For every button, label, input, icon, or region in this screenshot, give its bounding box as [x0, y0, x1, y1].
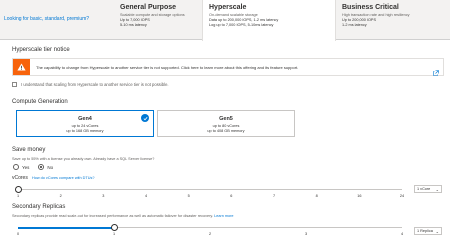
- learn-more-link[interactable]: Learn more: [214, 214, 233, 218]
- tier-general-purpose[interactable]: General Purpose Scalable compute and sto…: [114, 0, 202, 40]
- tier-spec: 5-10 ms latency: [120, 23, 147, 27]
- tier-spec: 1-2 ms latency: [342, 23, 367, 27]
- acknowledge-checkbox[interactable]: [12, 82, 17, 87]
- warning-banner[interactable]: The capability to change from Hyperscale…: [12, 58, 444, 76]
- replicas-slider-tick-label: 2: [208, 232, 212, 236]
- tier-hyperscale[interactable]: Hyperscale On-demand scalable storage Da…: [202, 0, 336, 41]
- vcores-slider-tick-label: 2: [59, 194, 62, 198]
- radio-no-label: No: [47, 164, 54, 170]
- save-money-description: Save up to 55% with a license you alread…: [12, 157, 155, 161]
- replicas-slider-tick-label: 3: [304, 232, 308, 236]
- replicas-desc-text: Secondary replicas provide read scale-ou…: [12, 214, 214, 218]
- vcores-compare-link[interactable]: How do vCores compare with DTUs?: [32, 176, 94, 180]
- replicas-value: 1 Replica: [417, 229, 433, 233]
- replicas-slider-fill: [18, 227, 114, 229]
- radio-yes-label: Yes: [22, 164, 30, 170]
- notice-title: Hyperscale tier notice: [12, 47, 70, 53]
- replicas-slider-thumb[interactable]: [110, 223, 118, 231]
- save-money-title: Save money: [12, 147, 46, 153]
- gen-name: Gen5: [219, 116, 233, 122]
- gen-memory: up to 168 GB memory: [66, 129, 104, 133]
- tier-business-critical[interactable]: Business Critical High transaction rate …: [336, 0, 450, 40]
- vcores-slider-tick-label: 1: [16, 194, 20, 198]
- secondary-replicas-title: Secondary Replicas: [12, 204, 66, 210]
- gen4-card[interactable]: Gen4 up to 24 vCores up to 168 GB memory: [16, 110, 154, 137]
- vcores-value: 1 vCore: [417, 187, 431, 191]
- vcores-slider-tick-label: 3: [102, 194, 105, 198]
- replicas-value-box[interactable]: 1 Replica ⌄: [414, 227, 442, 235]
- compute-generation-title: Compute Generation: [12, 99, 68, 105]
- chevron-down-icon: ⌄: [435, 228, 439, 234]
- basic-standard-premium-link[interactable]: Looking for basic, standard, premium?: [4, 16, 89, 22]
- vcores-label: vCores: [12, 175, 28, 181]
- gen5-card[interactable]: Gen5 up to 80 vCores up to 408 GB memory: [157, 110, 295, 137]
- replicas-slider-tick-label: 1: [112, 232, 116, 236]
- gen-name: Gen4: [78, 116, 92, 122]
- tier-title: Business Critical: [342, 4, 399, 11]
- tier-spec: Log up to 7,000 IOPS, 5-10ms latency: [209, 23, 274, 27]
- tier-selector: Looking for basic, standard, premium? Ge…: [0, 0, 450, 41]
- vcores-slider-tick-label: 4: [144, 194, 148, 198]
- vcores-slider-tick-label: 16: [357, 194, 362, 198]
- vcores-slider-tick-label: 7: [272, 194, 276, 198]
- external-link-icon[interactable]: [433, 63, 439, 81]
- chevron-down-icon: ⌄: [435, 186, 439, 192]
- replicas-slider-tick-label: 4: [400, 232, 404, 236]
- radio-yes[interactable]: [13, 164, 19, 170]
- acknowledge-label: I understand that scaling from Hyperscal…: [21, 82, 169, 87]
- warning-text: The capability to change from Hyperscale…: [36, 65, 299, 70]
- license-radio-group: Yes No: [13, 164, 59, 170]
- checkmark-icon: [141, 114, 149, 122]
- secondary-replicas-description: Secondary replicas provide read scale-ou…: [12, 214, 234, 218]
- vcores-value-box[interactable]: 1 vCore ⌄: [414, 185, 442, 193]
- tier-title: General Purpose: [120, 4, 177, 11]
- vcores-slider-thumb[interactable]: [14, 185, 22, 193]
- vcores-slider-track[interactable]: [18, 189, 402, 190]
- vcores-slider-tick-label: 5: [187, 194, 190, 198]
- radio-no[interactable]: [38, 164, 45, 170]
- gen-memory: up to 408 GB memory: [207, 129, 245, 133]
- vcores-slider-tick-label: 8: [315, 194, 318, 198]
- vcores-slider-tick-label: 6: [230, 194, 233, 198]
- vcores-slider-tick-label: 24: [399, 194, 405, 198]
- tier-title: Hyperscale: [209, 4, 247, 11]
- acknowledge-row: I understand that scaling from Hyperscal…: [12, 82, 169, 87]
- warning-icon: [13, 59, 30, 75]
- replicas-slider-tick-label: 0: [16, 232, 20, 236]
